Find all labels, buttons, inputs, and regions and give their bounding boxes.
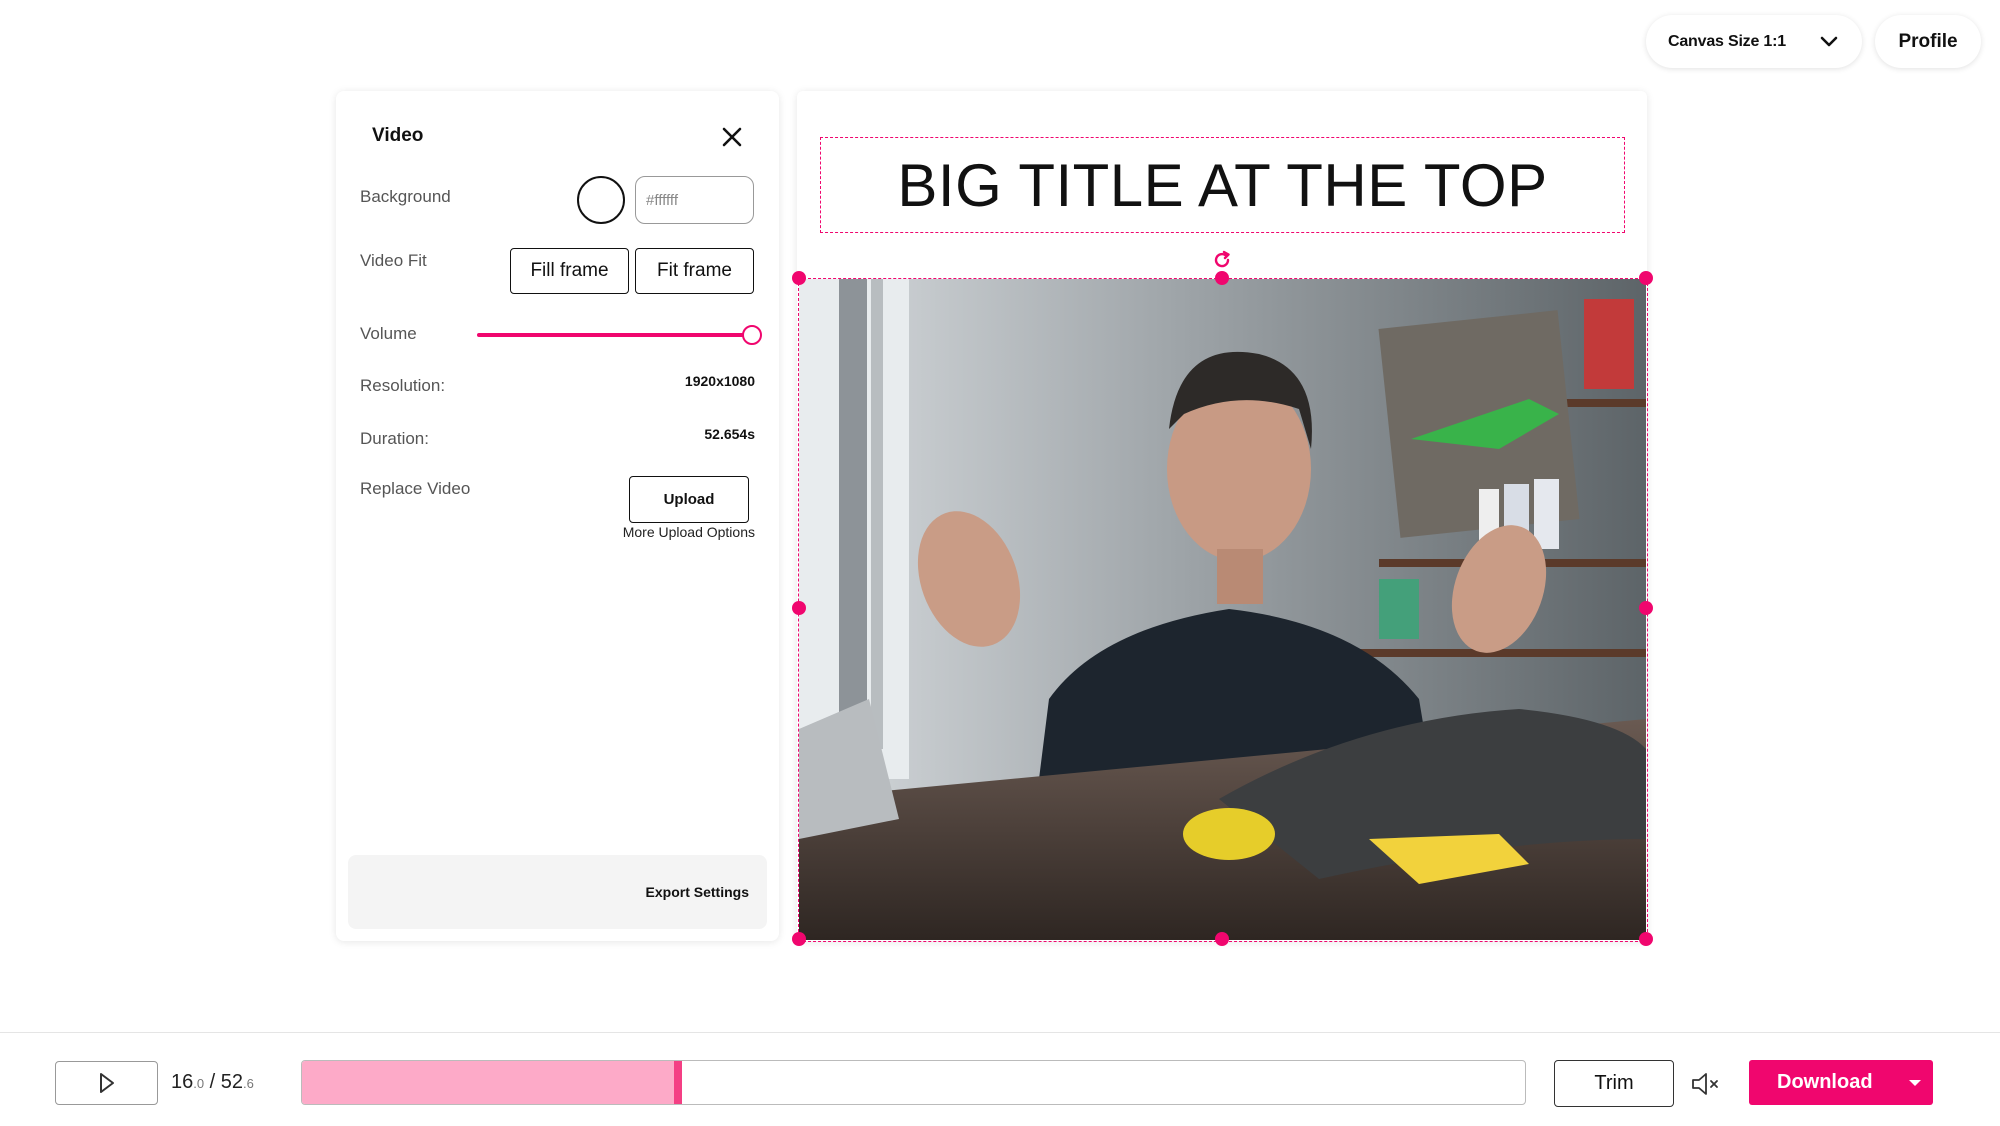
resize-handle-bottom[interactable] [1215,932,1229,946]
video-frame-image [799,279,1646,940]
play-button[interactable] [55,1061,158,1105]
resolution-label: Resolution: [360,376,446,395]
resize-handle-top-right[interactable] [1639,271,1653,285]
player-bar: 16.0 / 52.6 Trim Download [0,1032,2000,1126]
background-label: Background [360,187,451,206]
playhead[interactable] [674,1061,682,1104]
canvas-size-dropdown[interactable]: Canvas Size 1:1 [1646,15,1862,68]
video-layer[interactable] [798,278,1648,942]
resize-handle-right[interactable] [1639,601,1653,615]
volume-label: Volume [360,324,417,343]
background-color-input[interactable] [635,176,754,224]
resolution-value: 1920x1080 [684,373,755,389]
upload-button[interactable]: Upload [629,476,749,523]
video-settings-panel: Video Background Video Fit Fill frame Fi… [336,91,779,941]
canvas-preview: BIG TITLE AT THE TOP [792,91,1653,946]
timeline-scrubber[interactable] [301,1060,1526,1105]
title-text: BIG TITLE AT THE TOP [897,151,1548,219]
download-label: Download [1777,1071,1873,1093]
fit-frame-button[interactable]: Fit frame [635,248,754,294]
profile-button[interactable]: Profile [1875,15,1981,68]
time-separator: / [204,1071,221,1093]
export-settings-label: Export Settings [645,884,749,900]
resize-handle-top[interactable] [1215,271,1229,285]
panel-title: Video [372,125,424,146]
resize-handle-bottom-left[interactable] [792,932,806,946]
trim-button[interactable]: Trim [1554,1060,1674,1107]
fill-frame-button[interactable]: Fill frame [510,248,629,294]
duration-value: 52.654s [704,426,755,442]
timeline-progress [302,1061,674,1104]
play-icon [99,1073,114,1093]
current-time-main: 16 [171,1071,194,1093]
muted-speaker-icon[interactable] [1690,1070,1722,1098]
more-upload-options-link[interactable]: More Upload Options [623,524,755,540]
export-settings-button[interactable]: Export Settings [348,855,767,929]
current-time-fraction: .0 [193,1076,205,1091]
volume-slider-thumb[interactable] [742,325,762,345]
duration-label: Duration: [360,429,429,448]
playback-time: 16.0 / 52.6 [171,1071,254,1094]
resize-handle-top-left[interactable] [792,271,806,285]
total-time-fraction: .6 [243,1076,254,1091]
replace-video-label: Replace Video [360,479,471,498]
download-options-button[interactable] [1896,1060,1933,1105]
chevron-down-icon [1820,36,1838,46]
video-fit-label: Video Fit [360,251,427,270]
title-text-box[interactable]: BIG TITLE AT THE TOP [820,137,1625,233]
close-icon[interactable] [720,125,744,149]
total-time-main: 52 [220,1071,244,1093]
volume-slider-track[interactable] [477,333,753,337]
resize-handle-bottom-right[interactable] [1639,932,1653,946]
canvas-size-label: Canvas Size 1:1 [1668,32,1786,50]
caret-down-icon [1908,1079,1921,1086]
background-color-swatch[interactable] [577,176,625,224]
resize-handle-left[interactable] [792,601,806,615]
rotate-icon[interactable] [1211,249,1233,271]
